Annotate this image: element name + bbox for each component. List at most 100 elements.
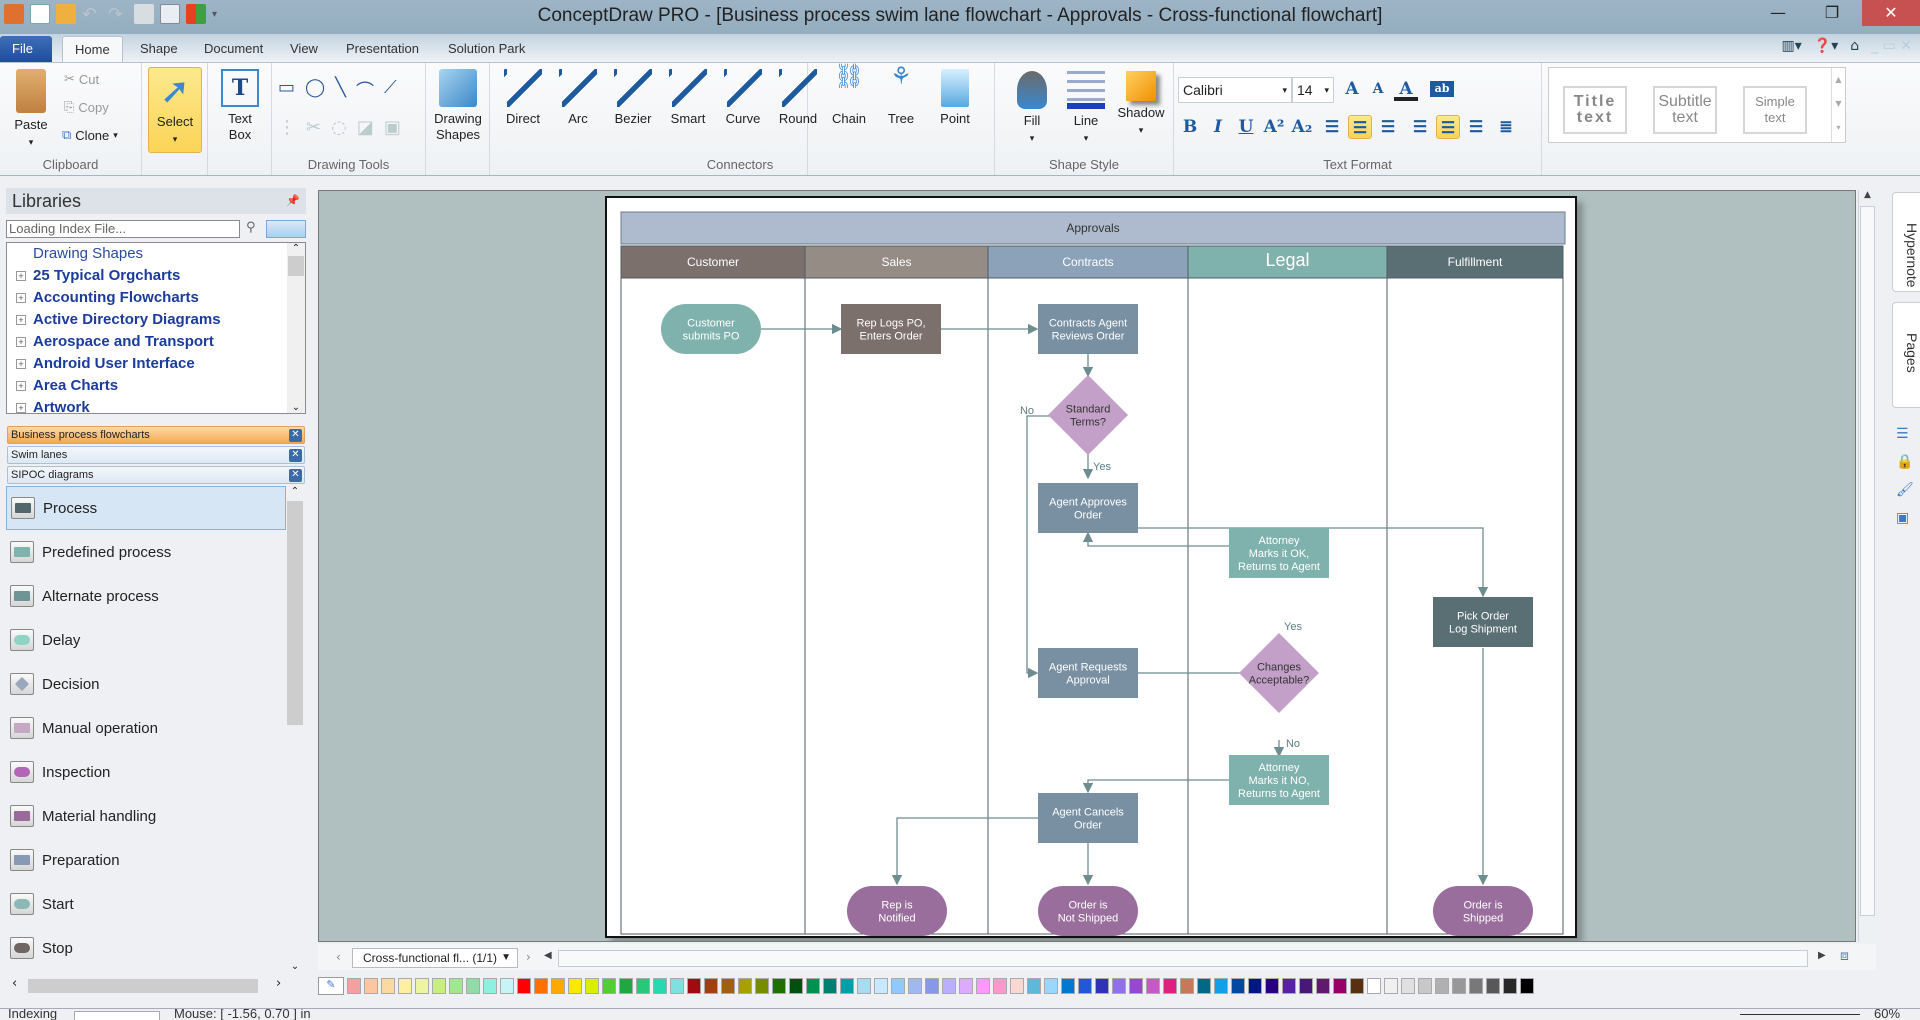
format-painter-icon[interactable]: 🖌 bbox=[1896, 476, 1914, 504]
dimension-icon[interactable]: ▣ bbox=[1896, 504, 1914, 532]
connector-arc-button[interactable]: Arc bbox=[553, 69, 603, 127]
color-swatch[interactable] bbox=[534, 978, 548, 994]
style-title-text[interactable]: Title text bbox=[1563, 86, 1627, 134]
chain-button[interactable]: ⛓ Chain bbox=[826, 65, 872, 127]
close-library-icon[interactable]: ✕ bbox=[289, 449, 302, 462]
group-icon[interactable]: ▣ bbox=[384, 117, 401, 138]
color-swatch[interactable] bbox=[449, 978, 463, 994]
shrink-font-icon[interactable]: A bbox=[1366, 77, 1390, 101]
color-swatch[interactable] bbox=[1452, 978, 1466, 994]
color-swatch[interactable] bbox=[993, 978, 1007, 994]
color-swatch[interactable] bbox=[857, 978, 871, 994]
color-swatch[interactable] bbox=[687, 978, 701, 994]
color-swatch[interactable] bbox=[415, 978, 429, 994]
color-swatch[interactable] bbox=[670, 978, 684, 994]
color-swatch[interactable] bbox=[1316, 978, 1330, 994]
open-library-business-process[interactable]: Business process flowcharts ✕ bbox=[7, 426, 305, 444]
expand-icon[interactable]: + bbox=[16, 293, 26, 303]
color-swatch[interactable] bbox=[432, 978, 446, 994]
fill-button[interactable]: Fill ▾ bbox=[1009, 71, 1055, 146]
color-swatch[interactable] bbox=[1112, 978, 1126, 994]
tree-scrollbar[interactable]: ⌃ ⌄ bbox=[287, 243, 305, 413]
color-swatch[interactable] bbox=[823, 978, 837, 994]
connector-direct-button[interactable]: Direct bbox=[498, 69, 548, 127]
color-swatch[interactable] bbox=[653, 978, 667, 994]
color-swatch[interactable] bbox=[1061, 978, 1075, 994]
freeform-icon[interactable]: ◌ bbox=[331, 117, 347, 138]
drawing-canvas[interactable]: Approvals Customer Sales Contracts Legal Fulf… bbox=[318, 190, 1856, 942]
tab-presentation[interactable]: Presentation bbox=[334, 36, 431, 62]
tree-item[interactable]: + Area Charts bbox=[7, 375, 305, 397]
library-shape-item[interactable]: Preparation bbox=[6, 838, 286, 882]
color-swatch[interactable] bbox=[925, 978, 939, 994]
align-top-icon[interactable]: ☰ bbox=[1408, 115, 1432, 139]
close-library-icon[interactable]: ✕ bbox=[289, 469, 302, 482]
tree-item[interactable]: +25 Typical Orgcharts bbox=[7, 265, 305, 287]
close-button[interactable]: ✕ bbox=[1862, 0, 1920, 26]
color-swatch[interactable] bbox=[483, 978, 497, 994]
pages-tab[interactable]: Pages bbox=[1892, 302, 1920, 408]
zoom-level[interactable]: 60% bbox=[1874, 1009, 1900, 1020]
superscript-icon[interactable]: A² bbox=[1262, 115, 1286, 139]
canvas-horizontal-scrollbar[interactable] bbox=[558, 950, 1808, 967]
color-swatch[interactable] bbox=[891, 978, 905, 994]
grow-font-icon[interactable]: A bbox=[1340, 77, 1364, 101]
close-library-icon[interactable]: ✕ bbox=[289, 429, 302, 442]
tab-solution-park[interactable]: Solution Park bbox=[436, 36, 537, 62]
library-shape-item[interactable]: Process bbox=[6, 486, 286, 530]
ellipse-tool-icon[interactable]: ◯ bbox=[305, 77, 325, 103]
tree-item[interactable]: + Artwork bbox=[7, 397, 305, 413]
color-swatch[interactable] bbox=[381, 978, 395, 994]
search-icon[interactable]: ⚲ bbox=[246, 220, 256, 235]
color-swatch[interactable] bbox=[517, 978, 531, 994]
connector-smart-button[interactable]: Smart bbox=[663, 69, 713, 127]
color-swatch[interactable] bbox=[806, 978, 820, 994]
clone-button[interactable]: ⧉ Clone ▾ bbox=[62, 127, 118, 143]
color-swatch[interactable] bbox=[1282, 978, 1296, 994]
color-swatch[interactable] bbox=[347, 978, 361, 994]
tree-button[interactable]: ⚘ Tree bbox=[878, 65, 924, 127]
library-search-input[interactable]: Loading Index File... bbox=[6, 220, 240, 238]
scroll-left-button[interactable]: ◀ bbox=[544, 950, 552, 961]
pin-icon[interactable]: 📌 bbox=[286, 188, 300, 214]
layout-icon[interactable]: ▥▾ bbox=[1782, 38, 1802, 54]
next-page-button[interactable]: › bbox=[526, 950, 531, 964]
color-swatch[interactable] bbox=[1163, 978, 1177, 994]
color-swatch[interactable] bbox=[636, 978, 650, 994]
color-swatch[interactable] bbox=[704, 978, 718, 994]
color-swatch[interactable] bbox=[1384, 978, 1398, 994]
color-swatch[interactable] bbox=[1197, 978, 1211, 994]
tree-view-toggle[interactable] bbox=[266, 220, 306, 238]
open-library-swim-lanes[interactable]: Swim lanes ✕ bbox=[7, 446, 305, 464]
library-shape-item[interactable]: Material handling bbox=[6, 794, 286, 838]
color-swatch[interactable] bbox=[364, 978, 378, 994]
color-swatch[interactable] bbox=[1180, 978, 1194, 994]
expand-icon[interactable]: + bbox=[16, 315, 26, 325]
prev-page-button[interactable]: ‹ bbox=[336, 950, 341, 964]
line-button[interactable]: Line ▾ bbox=[1063, 71, 1109, 146]
hypernote-tab[interactable]: Hypernote bbox=[1892, 192, 1920, 292]
drawing-shapes-button[interactable]: Drawing Shapes bbox=[430, 69, 486, 143]
split-icon[interactable]: ⋮ bbox=[278, 117, 296, 138]
help-icon[interactable]: ❓▾ bbox=[1814, 38, 1838, 54]
color-swatch[interactable] bbox=[619, 978, 633, 994]
color-swatch[interactable] bbox=[1231, 978, 1245, 994]
expand-icon[interactable]: + bbox=[16, 271, 26, 281]
align-right-icon[interactable]: ☰ bbox=[1376, 115, 1400, 139]
style-subtitle-text[interactable]: Subtitle text bbox=[1653, 86, 1717, 134]
library-shape-item[interactable]: Decision bbox=[6, 662, 286, 706]
color-swatch[interactable] bbox=[1350, 978, 1364, 994]
library-shape-item[interactable]: Manual operation bbox=[6, 706, 286, 750]
font-size-select[interactable]: 14 ▾ bbox=[1292, 77, 1334, 103]
font-family-select[interactable]: Calibri ▾ bbox=[1178, 77, 1292, 103]
color-picker-icon[interactable]: ✎ bbox=[318, 977, 344, 995]
text-box-button[interactable]: T Text Box bbox=[214, 69, 266, 143]
color-swatch[interactable] bbox=[1010, 978, 1024, 994]
align-center-icon[interactable]: ☰ bbox=[1348, 115, 1372, 139]
gallery-scroll[interactable]: ▲ ▼ ▾ bbox=[1831, 68, 1845, 142]
color-swatch[interactable] bbox=[1333, 978, 1347, 994]
open-library-sipoc[interactable]: SIPOC diagrams ✕ bbox=[7, 466, 305, 484]
library-shape-item[interactable]: Start bbox=[6, 882, 286, 926]
color-swatch[interactable] bbox=[789, 978, 803, 994]
color-swatch[interactable] bbox=[1469, 978, 1483, 994]
